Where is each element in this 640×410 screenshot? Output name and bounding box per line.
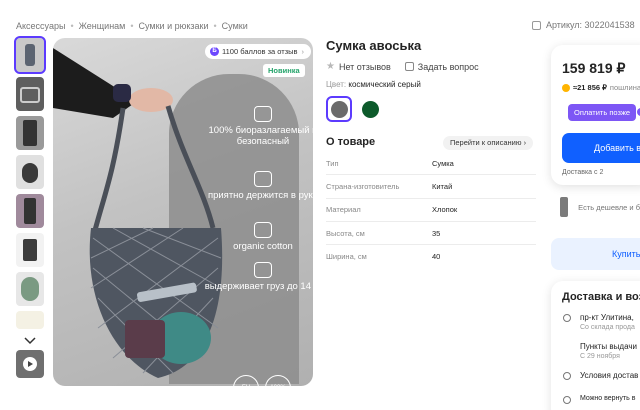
spec-row: Тип Сумка [326,152,536,176]
recycle-icon [254,106,272,122]
chevron-right-icon: › [301,47,305,56]
swatch-dot [361,100,379,118]
product-meta: ★ Нет отзывов Задать вопрос [326,61,479,72]
delivery-address[interactable]: пр-кт Улитина, Со склада прода [563,313,635,331]
feature-item: organic cotton [203,222,313,252]
reviews-link[interactable]: Нет отзывов [339,62,391,72]
return-policy[interactable]: Можно вернуть в [563,395,635,404]
about-heading: О товаре [326,136,376,148]
feature-item: выдерживает груз до 14 кг [203,262,313,292]
info-icon [563,372,571,380]
thumbnail-5[interactable] [16,194,44,228]
location-icon [563,314,571,322]
feature-item: 100% биоразлагаемый и безопасный [203,106,313,147]
color-swatch-grey[interactable] [326,96,352,122]
ask-question-link[interactable]: Задать вопрос [418,62,479,72]
product-title: Сумка авоська [326,38,422,53]
thumbnail-7[interactable] [16,272,44,306]
return-icon [563,396,571,404]
breadcrumb-separator: • [130,21,134,31]
thumbnail-8[interactable] [16,311,44,329]
question-icon [404,62,414,71]
bag-illustration [53,48,223,378]
feature-item: приятно держится в руке [203,171,313,201]
add-to-cart-button[interactable]: Добавить в [562,133,640,163]
article-text: Артикул: 3022041538 [546,20,635,30]
product-image[interactable]: 100% биоразлагаемый и безопасный приятно… [53,38,313,386]
coin-icon [562,83,570,92]
breadcrumb-item[interactable]: Аксессуары [16,21,65,31]
thumbnail-3[interactable] [16,116,44,150]
weight-icon [254,262,272,278]
color-swatch-green[interactable] [357,96,383,122]
thumbnail-1[interactable] [14,36,46,74]
delivery-conditions[interactable]: Условия достав [563,371,638,380]
cheaper-offer[interactable]: Есть дешевле и б [560,196,640,218]
thumbnails-down-button[interactable] [16,334,44,348]
buy-now-button[interactable]: Купить [551,238,640,270]
goto-description-button[interactable]: Перейти к описанию › [443,136,534,150]
spec-row: Материал Хлопок [326,199,536,222]
brand-logo [113,84,131,102]
chevron-down-icon [24,337,36,345]
delivery-date: Доставка с 2 [562,169,604,176]
points-line: ≈21 856 ₽ пошлина [562,83,640,92]
breadcrumb-item[interactable]: Сумки и рюкзаки [139,21,209,31]
buy-box: 159 819 ₽ ≈21 856 ₽ пошлина Оплатить позж… [551,45,640,185]
color-value: космический серый [348,80,421,89]
delivery-heading: Доставка и воз [562,291,640,303]
hand-icon [254,171,272,187]
thumbnail-strip [14,36,46,378]
breadcrumb-item[interactable]: Женщинам [79,21,126,31]
pickup-points[interactable]: Пункты выдачи С 29 ноября [563,342,637,360]
play-icon [23,357,37,371]
breadcrumb: Аксессуары • Женщинам • Сумки и рюкзаки • С… [16,21,248,31]
thumbnail-6[interactable] [16,233,44,267]
star-icon: ★ [326,61,335,72]
breadcrumb-separator: • [70,21,74,31]
delivery-card: Доставка и воз пр-кт Улитина, Со склада п… [551,281,640,410]
new-badge: Новинка [263,64,305,77]
thumbnail-2[interactable] [16,77,44,111]
price: 159 819 ₽ [562,60,626,76]
spec-row: Ширина, см 40 [326,252,441,262]
breadcrumb-separator: • [213,21,217,31]
specs-table: Тип Сумка Страна-изготовитель Китай Матери… [326,152,536,268]
breadcrumb-item[interactable]: Сумки [222,21,248,31]
spec-row: Страна-изготовитель Китай [326,175,536,199]
swatch-dot [330,100,348,118]
points-badge-text: 1100 баллов за отзыв [222,47,298,56]
review-points-badge[interactable]: Б 1100 баллов за отзыв › [205,44,312,59]
article-number[interactable]: Артикул: 3022041538 [532,20,635,30]
cotton-icon [254,222,272,238]
points-icon: Б [210,47,219,56]
chevron-right-icon: › [523,138,527,147]
video-thumbnail[interactable] [16,350,44,378]
thumbnail-4[interactable] [16,155,44,189]
color-label: Цвет: космический серый [326,80,421,89]
copy-icon [532,20,541,30]
offer-thumbnail [560,197,569,217]
spec-row: Высота, см 35 [326,222,536,246]
pay-later-button[interactable]: Оплатить позже [568,104,637,121]
